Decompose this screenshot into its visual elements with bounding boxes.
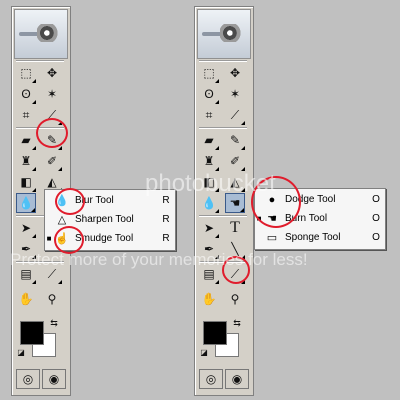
- crop-tool-icon[interactable]: ⌗: [199, 105, 219, 125]
- photoshop-logo[interactable]: [197, 9, 251, 59]
- history-brush-tool-icon[interactable]: ✐: [42, 151, 62, 171]
- path-selection-tool-icon[interactable]: ➤: [16, 218, 36, 238]
- marquee-tool-icon[interactable]: ⬚: [16, 63, 36, 83]
- standard-mode-icon[interactable]: ◎: [16, 369, 40, 389]
- clone-stamp-tool-icon[interactable]: ♜: [16, 151, 36, 171]
- slice-tool-icon[interactable]: ⟋: [225, 105, 245, 125]
- paint-bucket-tool-icon[interactable]: ◭: [225, 172, 245, 192]
- selected-marker: ■: [46, 234, 52, 243]
- toolbox-right: ⬚ ✥ ʘ ✶ ⌗ ⟋ ▰ ✎ ♜ ✐ ◧ ◭ 💧 ☚ ➤ T ✒ ╲ ▤ ⟋ …: [194, 6, 254, 396]
- notes-tool-icon[interactable]: ▤: [16, 264, 36, 284]
- blur-tool-icon[interactable]: 💧: [16, 193, 36, 213]
- history-brush-tool-icon[interactable]: ✐: [225, 151, 245, 171]
- magic-wand-tool-icon[interactable]: ✶: [225, 84, 245, 104]
- eraser-tool-icon[interactable]: ◧: [199, 172, 219, 192]
- pen-tool-icon[interactable]: ✒: [199, 239, 219, 259]
- burn-tool-icon[interactable]: ☚: [225, 193, 245, 213]
- eraser-tool-icon[interactable]: ◧: [16, 172, 36, 192]
- hand-tool-icon[interactable]: ✋: [16, 289, 36, 309]
- pen-tool-icon[interactable]: ✒: [16, 239, 36, 259]
- flyout-item-sponge[interactable]: ▭ Sponge Tool O: [255, 228, 385, 247]
- sponge-icon: ▭: [266, 232, 278, 244]
- magic-wand-tool-icon[interactable]: ✶: [42, 84, 62, 104]
- type-tool-icon[interactable]: T: [225, 218, 245, 238]
- path-selection-tool-icon[interactable]: ➤: [199, 218, 219, 238]
- blur-tool-icon[interactable]: 💧: [199, 193, 219, 213]
- highlight-circle-blur: [55, 188, 85, 215]
- move-tool-icon[interactable]: ✥: [225, 63, 245, 83]
- crop-tool-icon[interactable]: ⌗: [16, 105, 36, 125]
- marquee-tool-icon[interactable]: ⬚: [199, 63, 219, 83]
- default-colors-icon[interactable]: ◪: [16, 347, 26, 357]
- healing-brush-tool-icon[interactable]: ▰: [199, 130, 219, 150]
- quick-mask-mode-icon[interactable]: ◉: [225, 369, 249, 389]
- zoom-tool-icon[interactable]: ⚲: [225, 289, 245, 309]
- highlight-circle-eyedropper: [222, 256, 250, 284]
- foreground-color-swatch[interactable]: [20, 321, 44, 345]
- highlight-circle-dodge-burn: [251, 176, 301, 228]
- photoshop-logo[interactable]: [14, 9, 68, 59]
- highlight-circle-brush: [36, 118, 68, 148]
- notes-tool-icon[interactable]: ▤: [199, 264, 219, 284]
- swap-colors-icon[interactable]: ⇆: [231, 317, 243, 329]
- healing-brush-tool-icon[interactable]: ▰: [16, 130, 36, 150]
- hand-tool-icon[interactable]: ✋: [199, 289, 219, 309]
- eyedropper-tool-icon[interactable]: ⟋: [42, 264, 62, 284]
- standard-mode-icon[interactable]: ◎: [199, 369, 223, 389]
- swap-colors-icon[interactable]: ⇆: [48, 317, 60, 329]
- clone-stamp-tool-icon[interactable]: ♜: [199, 151, 219, 171]
- move-tool-icon[interactable]: ✥: [42, 63, 62, 83]
- zoom-tool-icon[interactable]: ⚲: [42, 289, 62, 309]
- lasso-tool-icon[interactable]: ʘ: [16, 84, 36, 104]
- brush-tool-icon[interactable]: ✎: [225, 130, 245, 150]
- default-colors-icon[interactable]: ◪: [199, 347, 209, 357]
- lasso-tool-icon[interactable]: ʘ: [199, 84, 219, 104]
- highlight-circle-smudge: [54, 226, 84, 254]
- quick-mask-mode-icon[interactable]: ◉: [42, 369, 66, 389]
- foreground-color-swatch[interactable]: [203, 321, 227, 345]
